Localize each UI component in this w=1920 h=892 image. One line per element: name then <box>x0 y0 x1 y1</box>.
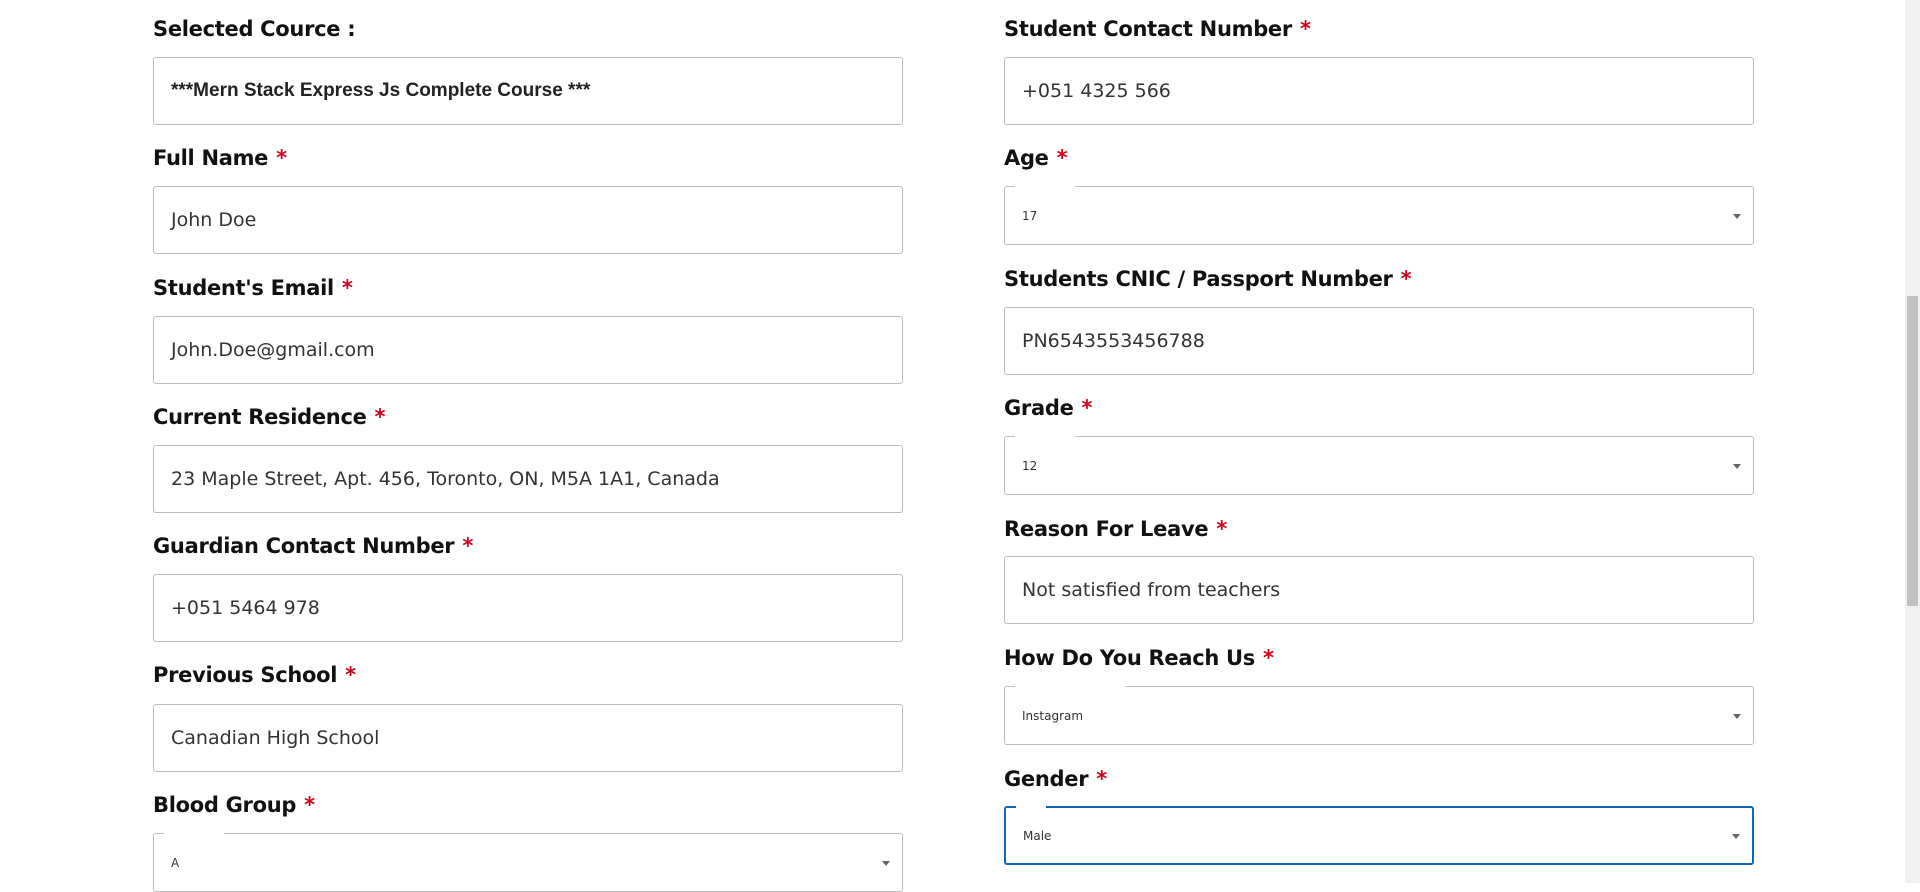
cnic-input[interactable]: PN6543553456788 <box>1004 307 1754 375</box>
gender-select[interactable]: Male <box>1004 806 1754 865</box>
page-scrollbar[interactable] <box>1905 0 1920 883</box>
email-label: Student's Email * <box>153 276 353 300</box>
full-name-label: Full Name * <box>153 146 287 170</box>
required-mark: * <box>276 146 287 170</box>
cnic-value: PN6543553456788 <box>1022 330 1205 352</box>
required-mark: * <box>1081 396 1093 420</box>
selected-course-value: ***Mern Stack Express Js Complete Course… <box>171 80 591 101</box>
email-input[interactable]: John.Doe@gmail.com <box>153 316 903 384</box>
required-mark: * <box>462 534 473 558</box>
full-name-input[interactable]: John Doe <box>153 186 903 254</box>
gender-label: Gender * <box>1004 767 1107 791</box>
student-contact-value: +051 4325 566 <box>1022 80 1171 102</box>
selected-course-label: Selected Cource : <box>153 17 356 41</box>
previous-school-label: Previous School * <box>153 663 356 687</box>
reach-select[interactable]: Instagram <box>1004 685 1754 745</box>
required-mark: * <box>1299 17 1311 41</box>
guardian-contact-input[interactable]: +051 5464 978 <box>153 574 903 642</box>
required-mark: * <box>304 793 315 817</box>
required-mark: * <box>374 405 386 429</box>
caret-down-icon <box>882 860 890 866</box>
caret-down-icon <box>1733 463 1741 469</box>
age-label: Age * <box>1004 146 1068 170</box>
caret-down-icon <box>1733 713 1741 719</box>
cnic-label: Students CNIC / Passport Number * <box>1004 267 1412 291</box>
caret-down-icon <box>1733 213 1741 219</box>
required-mark: * <box>341 276 353 300</box>
reach-value: Instagram <box>1022 708 1084 723</box>
reason-label: Reason For Leave * <box>1004 517 1227 541</box>
guardian-contact-label: Guardian Contact Number * <box>153 534 473 558</box>
email-value: John.Doe@gmail.com <box>171 339 375 361</box>
required-mark: * <box>345 663 356 687</box>
required-mark: * <box>1263 646 1274 670</box>
residence-value: 23 Maple Street, Apt. 456, Toronto, ON, … <box>171 468 720 490</box>
reason-value: Not satisfied from teachers <box>1022 579 1281 601</box>
previous-school-input[interactable]: Canadian High School <box>153 704 903 772</box>
selected-course-input[interactable]: ***Mern Stack Express Js Complete Course… <box>153 57 903 125</box>
required-mark: * <box>1056 146 1068 170</box>
required-mark: * <box>1096 767 1107 791</box>
age-select[interactable]: 17 <box>1004 185 1754 245</box>
scrollbar-thumb[interactable] <box>1907 296 1918 606</box>
required-mark: * <box>1216 517 1227 541</box>
student-contact-input[interactable]: +051 4325 566 <box>1004 57 1754 125</box>
guardian-contact-value: +051 5464 978 <box>171 597 320 619</box>
student-contact-label: Student Contact Number * <box>1004 17 1311 41</box>
reach-label: How Do You Reach Us * <box>1004 646 1274 670</box>
residence-input[interactable]: 23 Maple Street, Apt. 456, Toronto, ON, … <box>153 445 903 513</box>
residence-label: Current Residence * <box>153 405 386 429</box>
blood-group-label: Blood Group * <box>153 793 315 817</box>
required-mark: * <box>1400 267 1412 291</box>
reason-input[interactable]: Not satisfied from teachers <box>1004 556 1754 624</box>
caret-down-icon <box>1732 833 1740 839</box>
gender-value: Male <box>1023 828 1052 843</box>
blood-group-value: A <box>171 855 180 870</box>
full-name-value: John Doe <box>171 209 257 231</box>
blood-group-select[interactable]: A <box>153 832 903 892</box>
grade-value: 12 <box>1022 458 1038 473</box>
grade-select[interactable]: 12 <box>1004 435 1754 495</box>
previous-school-value: Canadian High School <box>171 727 380 749</box>
grade-label: Grade * <box>1004 396 1093 420</box>
age-value: 17 <box>1022 208 1038 223</box>
